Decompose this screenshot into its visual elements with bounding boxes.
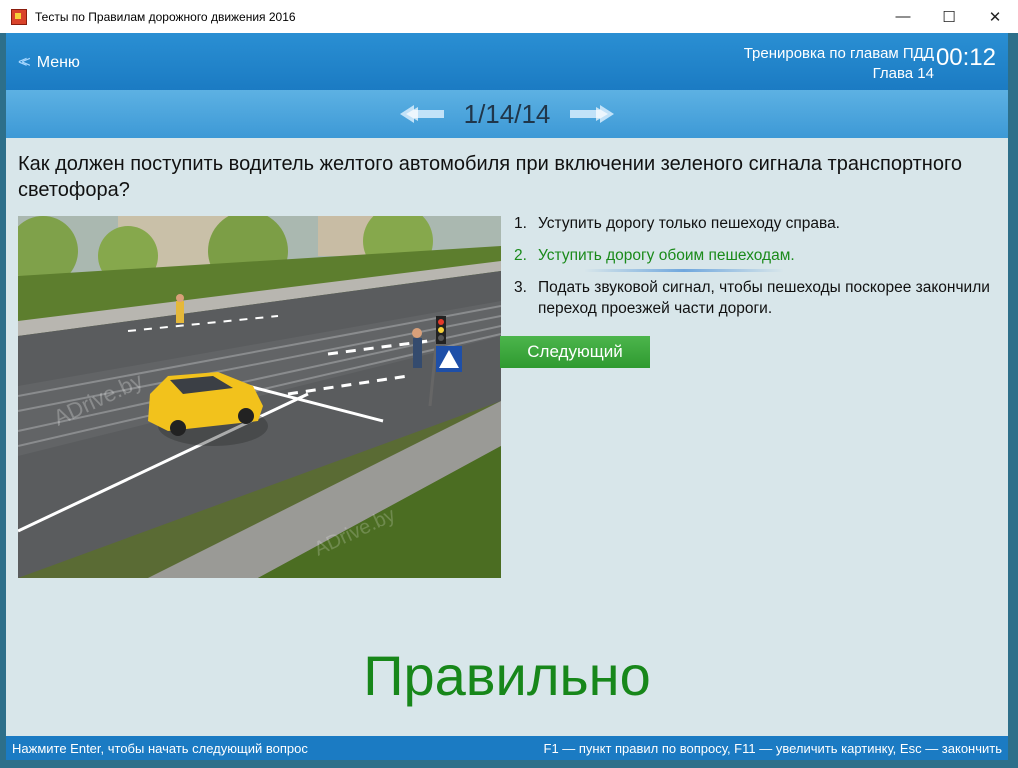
minimize-button[interactable]: — <box>880 0 926 33</box>
header-bar: << Меню Тренировка по главам ПДД Глава 1… <box>6 33 1008 90</box>
menu-label: Меню <box>36 54 80 71</box>
chapter-label: Глава 14 <box>872 65 934 82</box>
answer-text: Уступить дорогу только пешеходу справа. <box>538 215 840 232</box>
result-message: Правильно <box>363 644 651 707</box>
window-title: Тесты по Правилам дорожного движения 201… <box>35 9 296 24</box>
answer-number: 1. <box>514 215 527 232</box>
app-icon <box>11 8 27 25</box>
answer-option-1[interactable]: 1. Уступить дорогу только пешеходу справ… <box>514 213 1004 234</box>
answer-option-2[interactable]: 2. Уступить дорогу обоим пешеходам. <box>514 245 1004 272</box>
answer-text: Подать звуковой сигнал, чтобы пешеходы п… <box>538 279 990 317</box>
next-button[interactable]: Следующий <box>500 336 650 368</box>
status-bar: Нажмите Enter, чтобы начать следующий во… <box>6 736 1008 760</box>
mode-info: Тренировка по главам ПДД Глава 14 <box>744 44 934 84</box>
question-navbar: 1/14/14 <box>6 90 1008 138</box>
question-text: Как должен поступить водитель желтого ав… <box>18 153 962 201</box>
menu-button[interactable]: << Меню <box>18 51 80 75</box>
answer-number: 3. <box>514 279 527 296</box>
status-hint-left: Нажмите Enter, чтобы начать следующий во… <box>12 740 308 756</box>
answer-number: 2. <box>514 247 527 264</box>
next-question-arrow-icon[interactable] <box>568 103 616 125</box>
close-button[interactable]: ✕ <box>972 0 1018 33</box>
status-hint-right: F1 — пункт правил по вопросу, F11 — увел… <box>543 740 1003 756</box>
app-frame: << Меню Тренировка по главам ПДД Глава 1… <box>6 33 1008 760</box>
question-image[interactable]: ADrive.by ADrive.by <box>18 216 501 578</box>
road-scene-illustration: ADrive.by ADrive.by <box>18 216 501 578</box>
mode-title: Тренировка по главам ПДД <box>743 45 934 62</box>
window-titlebar: Тесты по Правилам дорожного движения 201… <box>0 0 1018 33</box>
timer: 00:12 <box>935 44 996 71</box>
question-counter: 1/14/14 <box>463 98 551 129</box>
double-chevron-left-icon: << <box>18 54 30 71</box>
answer-text: Уступить дорогу обоим пешеходам. <box>538 247 795 264</box>
prev-question-arrow-icon[interactable] <box>398 103 446 125</box>
answer-list: 1. Уступить дорогу только пешеходу справ… <box>514 213 1004 330</box>
answer-option-3[interactable]: 3. Подать звуковой сигнал, чтобы пешеход… <box>514 277 1004 319</box>
maximize-button[interactable]: ☐ <box>926 0 972 33</box>
